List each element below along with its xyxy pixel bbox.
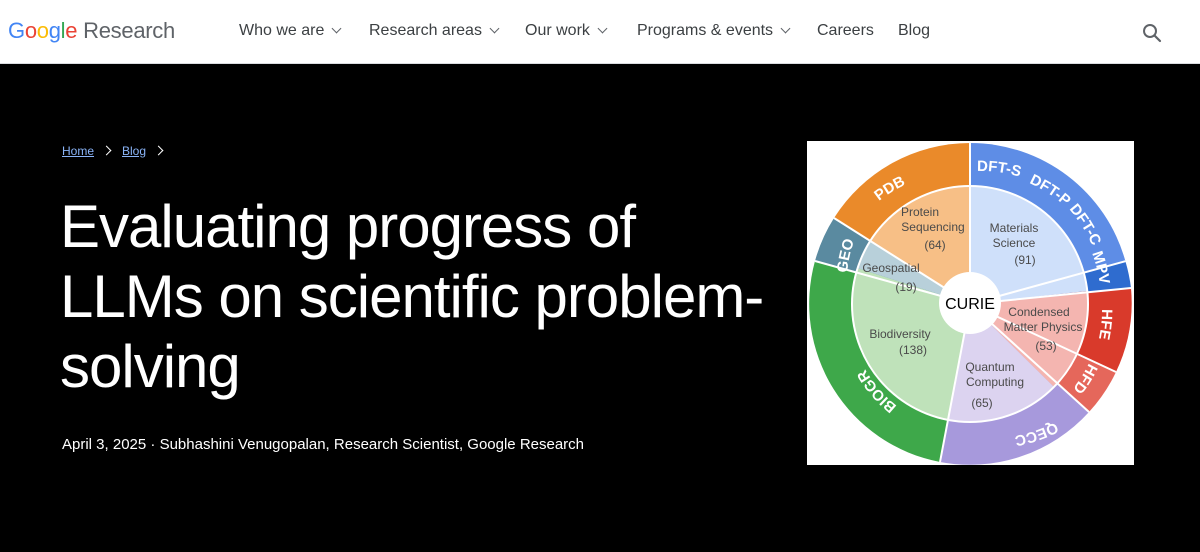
article-title: Evaluating progress of LLMs on scientifi… bbox=[60, 193, 764, 400]
domain-label: Science bbox=[993, 236, 1036, 250]
domain-count: (91) bbox=[1014, 253, 1035, 267]
logo-letter: o bbox=[24, 18, 37, 43]
nav-item-who-we-are[interactable]: Who we are bbox=[239, 22, 342, 40]
domain-label: Materials bbox=[990, 221, 1039, 235]
nav-label: Our work bbox=[525, 22, 590, 39]
domain-label: Geospatial bbox=[862, 261, 919, 275]
domain-label: Matter Physics bbox=[1004, 320, 1083, 334]
domain-label: Quantum bbox=[965, 360, 1014, 374]
chevron-down-icon bbox=[780, 23, 791, 34]
logo-product-name: Research bbox=[83, 18, 175, 43]
curie-benchmark-figure: CURIE Materials Science (91) Condensed M… bbox=[807, 141, 1134, 465]
nav-label: Careers bbox=[817, 22, 874, 39]
chevron-down-icon bbox=[597, 23, 608, 34]
nav-label: Research areas bbox=[369, 22, 482, 39]
task-label: HFE bbox=[1095, 309, 1115, 341]
domain-count: (19) bbox=[895, 280, 916, 294]
chevron-right-icon bbox=[101, 145, 112, 156]
nav-item-blog[interactable]: Blog bbox=[898, 22, 930, 40]
chevron-down-icon bbox=[331, 23, 342, 34]
domain-count: (53) bbox=[1035, 339, 1056, 353]
task-label-text: HFE bbox=[1095, 309, 1115, 341]
byline-separator: · bbox=[150, 436, 156, 453]
logo-letter: o bbox=[36, 18, 49, 43]
nav-item-research-areas[interactable]: Research areas bbox=[369, 22, 500, 40]
nav-label: Blog bbox=[898, 22, 931, 39]
nav-item-our-work[interactable]: Our work bbox=[525, 22, 608, 40]
curie-sunburst-diagram: CURIE Materials Science (91) Condensed M… bbox=[809, 142, 1132, 465]
author: Subhashini Venugopalan, Research Scienti… bbox=[159, 436, 585, 453]
top-navigation-bar: Google Research Who we are Research areas… bbox=[0, 0, 1200, 64]
article-byline: April 3, 2025 · Subhashini Venugopalan, … bbox=[62, 436, 584, 453]
logo-letter: G bbox=[8, 18, 25, 43]
center-label: CURIE bbox=[945, 296, 995, 313]
chevron-right-icon bbox=[153, 145, 164, 156]
nav-label: Programs & events bbox=[637, 22, 774, 39]
nav-item-programs-events[interactable]: Programs & events bbox=[637, 22, 791, 40]
breadcrumb-blog-link[interactable]: Blog bbox=[122, 144, 146, 158]
logo-letter: e bbox=[65, 18, 78, 43]
article-hero: Home Blog Evaluating progress of LLMs on … bbox=[0, 64, 1200, 552]
domain-label: Biodiversity bbox=[869, 327, 930, 341]
domain-count: (65) bbox=[971, 396, 992, 410]
google-research-logo[interactable]: Google Research bbox=[8, 18, 175, 44]
publish-date: April 3, 2025 bbox=[62, 436, 147, 453]
logo-letter: g bbox=[48, 18, 61, 43]
nav-label: Who we are bbox=[239, 22, 325, 39]
domain-count: (138) bbox=[899, 343, 927, 357]
domain-label: Computing bbox=[966, 375, 1024, 389]
search-icon[interactable] bbox=[1141, 22, 1163, 44]
domain-label: Sequencing bbox=[901, 220, 964, 234]
chevron-down-icon bbox=[489, 23, 500, 34]
domain-label: Protein bbox=[901, 205, 939, 219]
breadcrumb-home-link[interactable]: Home bbox=[62, 144, 94, 158]
breadcrumb: Home Blog bbox=[62, 144, 174, 158]
nav-item-careers[interactable]: Careers bbox=[817, 22, 874, 40]
domain-count: (64) bbox=[924, 238, 945, 252]
domain-label: Condensed bbox=[1008, 305, 1069, 319]
